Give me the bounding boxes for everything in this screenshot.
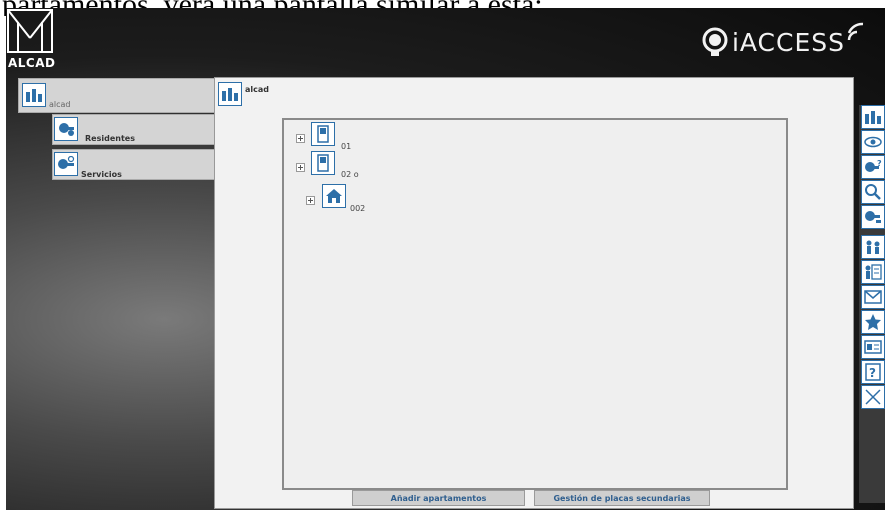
nav-item-label: Residentes <box>85 134 135 143</box>
nav-item-servicios[interactable]: Servicios <box>52 149 216 180</box>
wifi-icon <box>847 22 864 41</box>
services-icon <box>54 152 78 176</box>
close-icon[interactable] <box>861 385 885 409</box>
nav-root-item[interactable]: alcad <box>18 78 216 113</box>
right-toolbar: ? ? <box>859 105 885 503</box>
card-icon[interactable] <box>861 335 885 359</box>
nav-item-residentes[interactable]: Residentes <box>52 114 216 145</box>
mail-icon[interactable] <box>861 285 885 309</box>
device-icon <box>311 122 335 146</box>
star-icon[interactable] <box>861 310 885 334</box>
residents-icon <box>54 117 78 141</box>
iaccess-logo: iACCESS <box>702 22 865 62</box>
svg-text:?: ? <box>877 159 882 168</box>
page-title: alcad <box>245 85 270 94</box>
building-icon[interactable] <box>861 105 885 129</box>
eye-icon[interactable] <box>861 130 885 154</box>
alcad-logo-text: ALCAD <box>8 56 56 70</box>
apartment-tree: 01 02 o 002 <box>282 118 788 490</box>
tree-expander-icon[interactable] <box>296 163 305 172</box>
tree-expander-icon[interactable] <box>296 134 305 143</box>
tree-node-label: 01 <box>341 142 352 151</box>
app-window: ALCAD iACCESS alcad Residentes Servicios <box>6 8 885 510</box>
alcad-logo: ALCAD <box>6 8 58 70</box>
nav-root-label: alcad <box>49 100 71 109</box>
person-list-icon[interactable] <box>861 260 885 284</box>
device-icon <box>311 151 335 175</box>
building-icon <box>22 83 46 107</box>
key-extra-icon[interactable] <box>861 205 885 229</box>
svg-text:?: ? <box>869 366 876 380</box>
house-icon <box>322 184 346 208</box>
people-icon[interactable] <box>861 235 885 259</box>
key-question-icon[interactable]: ? <box>861 155 885 179</box>
help-icon[interactable]: ? <box>861 360 885 384</box>
building-icon <box>218 82 242 106</box>
tree-node-label: 002 <box>350 204 366 213</box>
nav-item-label: Servicios <box>81 170 122 179</box>
tree-node-label: 02 o <box>341 170 359 179</box>
add-apartments-button[interactable]: Añadir apartamentos <box>352 490 525 506</box>
iaccess-badge-icon <box>702 27 728 56</box>
iaccess-text: iACCESS <box>731 27 845 57</box>
tree-expander-icon[interactable] <box>306 196 315 205</box>
secondary-plates-button[interactable]: Gestión de placas secundarias <box>534 490 710 506</box>
search-icon[interactable] <box>861 180 885 204</box>
main-panel: alcad 01 02 o 002 <box>214 77 854 509</box>
